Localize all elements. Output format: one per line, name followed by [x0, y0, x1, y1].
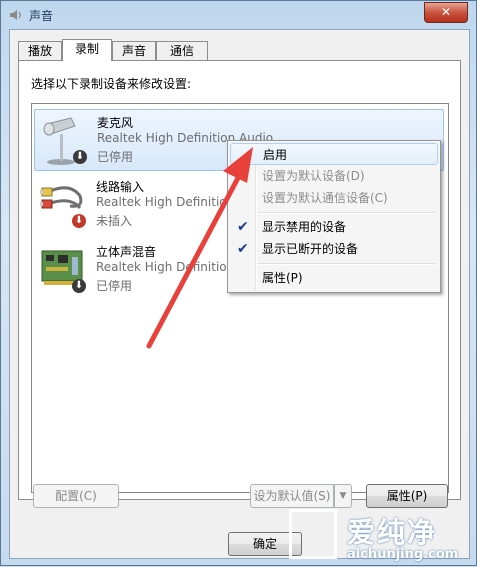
- device-status: 已停用: [96, 279, 133, 293]
- menu-item-show-disconnected[interactable]: ✔ 显示已断开的设备: [230, 238, 438, 260]
- panel-instruction: 选择以下录制设备来修改设置:: [31, 77, 192, 91]
- menu-item-label: 设置为默认设备(D): [262, 169, 365, 183]
- checkmark-icon: ✔: [237, 219, 249, 235]
- configure-button[interactable]: 配置(C): [33, 484, 119, 508]
- disabled-arrow-icon: ⬇: [73, 150, 87, 164]
- menu-item-set-default-device[interactable]: 设置为默认设备(D): [230, 165, 438, 187]
- menu-item-label: 属性(P): [262, 271, 303, 285]
- tab-sounds[interactable]: 声音: [112, 41, 156, 60]
- device-name: 线路输入: [96, 180, 145, 194]
- device-status: 未插入: [96, 214, 133, 228]
- unplugged-arrow-icon: ⬇: [72, 214, 86, 228]
- menu-item-show-disabled[interactable]: ✔ 显示禁用的设备: [230, 216, 438, 238]
- device-status: 已停用: [97, 150, 134, 164]
- menu-item-label: 显示禁用的设备: [262, 220, 347, 234]
- menu-item-label: 显示已断开的设备: [262, 242, 359, 256]
- close-button[interactable]: ✕: [424, 2, 468, 23]
- tab-playback[interactable]: 播放: [18, 41, 62, 60]
- menu-item-properties[interactable]: 属性(P): [230, 267, 438, 289]
- checkmark-icon: ✔: [237, 241, 249, 257]
- device-name: 立体声混音: [96, 245, 157, 259]
- speaker-icon: [10, 10, 21, 20]
- disabled-arrow-icon: ⬇: [72, 279, 86, 293]
- window-title: 声音: [29, 9, 54, 23]
- dialog-client-area: 播放 录制 声音 通信 选择以下录制设备来修改设置: ⬇ 麦克风 Realtek…: [9, 29, 470, 559]
- tab-communications[interactable]: 通信: [156, 41, 208, 60]
- menu-separator: [258, 212, 436, 214]
- set-default-button[interactable]: 设为默认值(S): [250, 484, 334, 508]
- title-bar[interactable]: 声音 ✕: [1, 1, 476, 29]
- chevron-down-icon[interactable]: ▼: [334, 484, 352, 508]
- device-context-menu: 启用 设置为默认设备(D) 设置为默认通信设备(C) ✔ 显示禁用的设备 ✔ 显…: [227, 140, 441, 293]
- menu-item-enable[interactable]: 启用: [230, 143, 438, 165]
- menu-item-set-default-comm-device[interactable]: 设置为默认通信设备(C): [230, 187, 438, 209]
- properties-button[interactable]: 属性(P): [366, 484, 448, 508]
- device-name: 麦克风: [97, 116, 134, 130]
- watermark-url: aichunjing.com: [347, 547, 459, 562]
- tab-recording[interactable]: 录制: [62, 39, 112, 61]
- watermark-icon: [289, 509, 337, 559]
- sound-dialog-window: 声音 ✕ 播放 录制 声音 通信 选择以下录制设备来修改设置: ⬇ 麦克风 Re…: [0, 0, 477, 566]
- menu-item-label: 设置为默认通信设备(C): [262, 191, 388, 205]
- watermark-brand: 爱纯净: [347, 516, 438, 549]
- menu-item-label: 启用: [263, 148, 288, 162]
- watermark-logo: 爱纯净 aichunjing.com: [289, 509, 477, 567]
- menu-separator: [258, 263, 436, 265]
